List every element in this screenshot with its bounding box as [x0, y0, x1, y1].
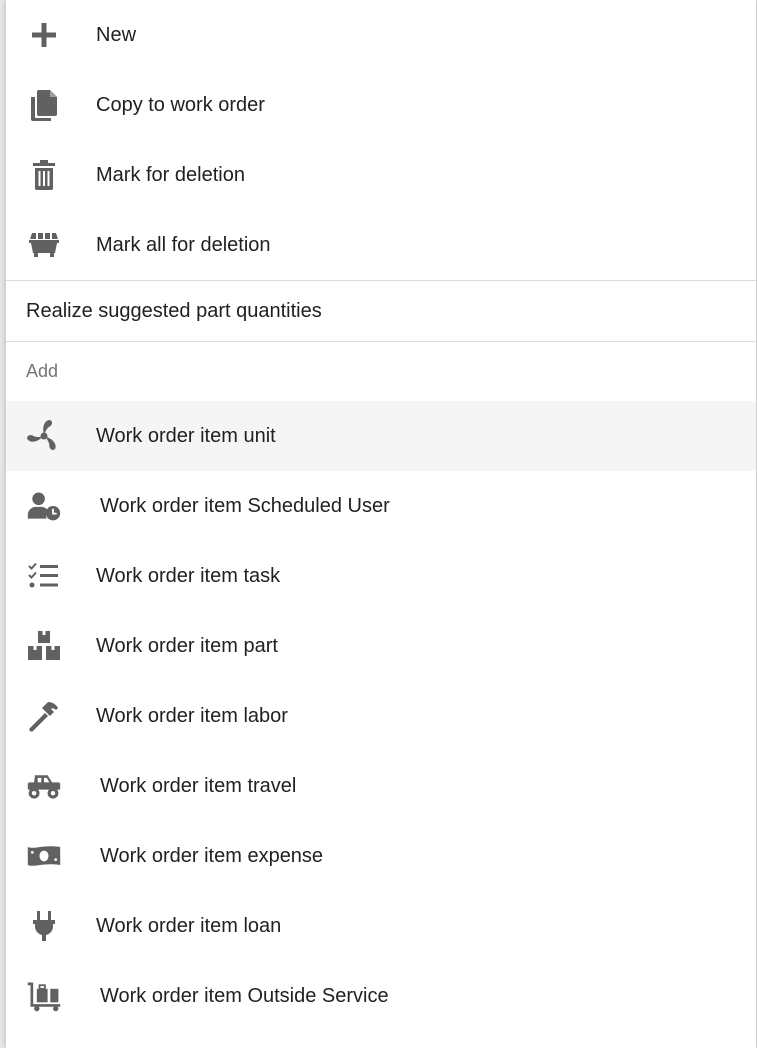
dumpster-icon [24, 225, 64, 265]
money-icon [24, 836, 64, 876]
hammer-icon [24, 696, 64, 736]
checklist-icon [24, 556, 64, 596]
menu-item-add-travel[interactable]: Work order item travel [6, 751, 756, 821]
menu-item-add-expense[interactable]: Work order item expense [6, 821, 756, 891]
menu-item-mark-for-deletion[interactable]: Mark for deletion [6, 140, 756, 210]
menu-item-label: Work order item part [96, 634, 278, 657]
menu-item-label: Work order item unit [96, 424, 276, 447]
context-menu: New Copy to work order Mark for deletion [6, 0, 756, 1048]
menu-item-label: Work order item Outside Service [100, 984, 389, 1007]
menu-item-label: Work order item expense [100, 844, 324, 867]
trash-icon [24, 155, 64, 195]
menu-item-add-loan[interactable]: Work order item loan [6, 891, 756, 961]
menu-item-copy-to-work-order[interactable]: Copy to work order [6, 70, 756, 140]
dolly-icon [24, 976, 64, 1016]
plus-icon [24, 15, 64, 55]
menu-item-label: Mark for deletion [96, 163, 245, 186]
menu-item-add-outside-service[interactable]: Work order item Outside Service [6, 961, 756, 1031]
add-section-header: Add [26, 361, 59, 381]
menu-item-add-scheduled-user[interactable]: Work order item Scheduled User [6, 471, 756, 541]
menu-item-realize-suggested-part-quantities[interactable]: Realize suggested part quantities [6, 280, 756, 342]
menu-item-add-unit[interactable]: Work order item unit [6, 401, 756, 471]
menu-item-add-labor[interactable]: Work order item labor [6, 681, 756, 751]
truck-icon [24, 766, 64, 806]
menu-item-new[interactable]: New [6, 0, 756, 70]
menu-item-label: New [96, 23, 137, 46]
boxes-icon [24, 626, 64, 666]
user-clock-icon [24, 486, 64, 526]
menu-item-label: Copy to work order [96, 93, 265, 116]
copy-icon [24, 85, 64, 125]
menu-item-add-task[interactable]: Work order item task [6, 541, 756, 611]
menu-item-label: Work order item labor [96, 704, 288, 727]
menu-item-label: Work order item loan [96, 914, 282, 937]
fan-icon [24, 416, 64, 456]
menu-item-label: Work order item travel [100, 774, 297, 797]
menu-item-label: Mark all for deletion [96, 233, 271, 256]
menu-item-label: Work order item Scheduled User [100, 494, 390, 517]
plug-icon [24, 906, 64, 946]
menu-item-label: Work order item task [96, 564, 281, 587]
menu-item-mark-all-for-deletion[interactable]: Mark all for deletion [6, 210, 756, 280]
menu-item-add-part[interactable]: Work order item part [6, 611, 756, 681]
